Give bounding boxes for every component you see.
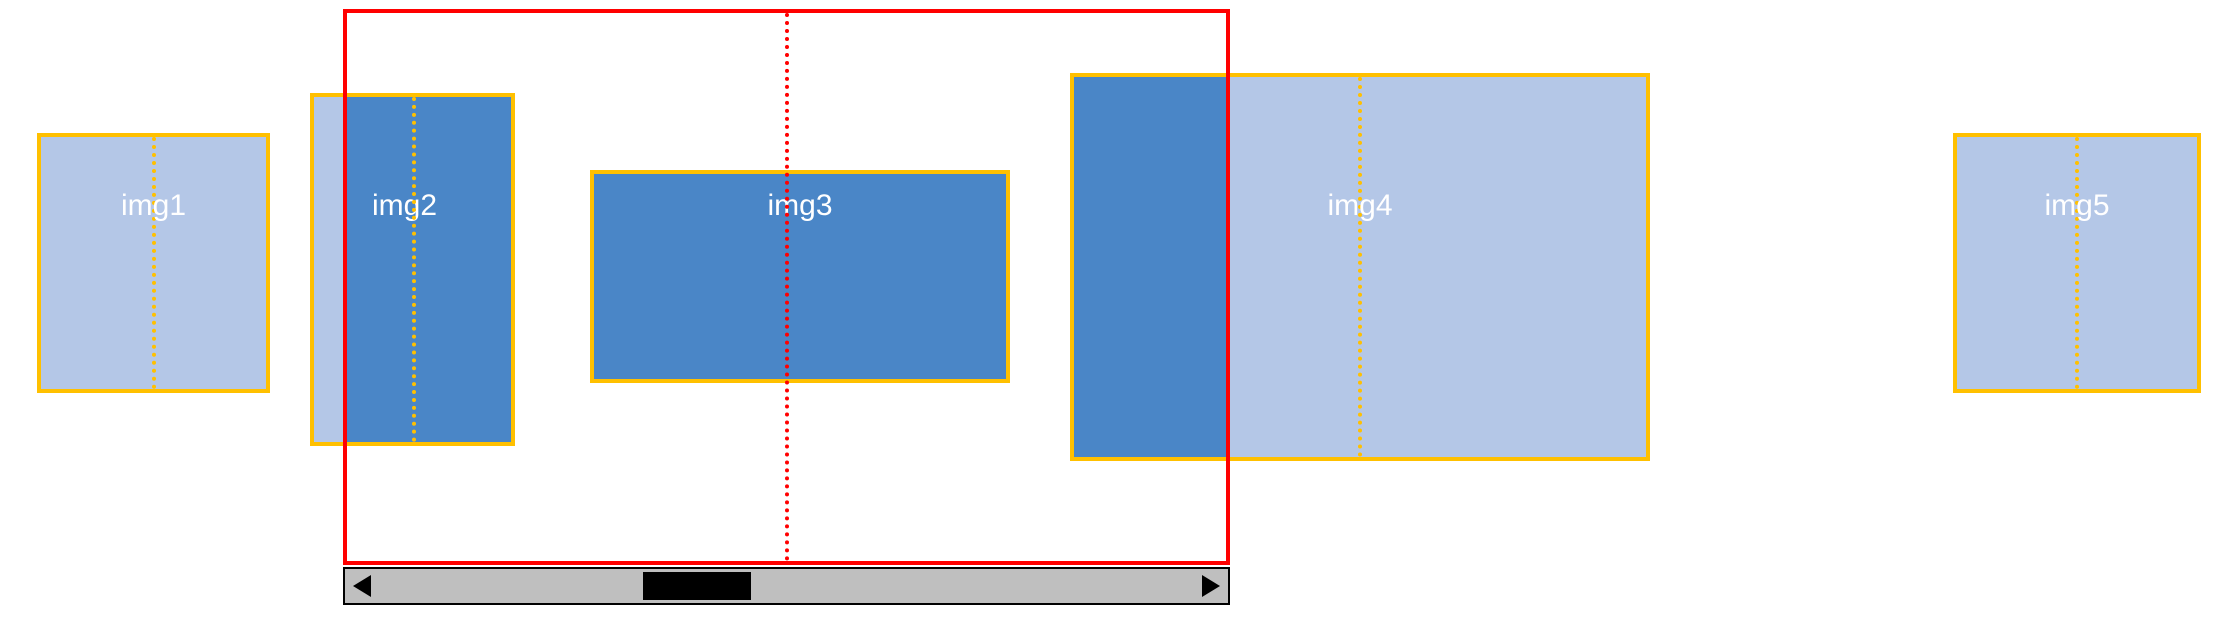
scroll-left-arrow-icon[interactable] bbox=[353, 575, 371, 597]
scrollbar-thumb[interactable] bbox=[643, 572, 751, 600]
image-box-img5: img5 bbox=[1953, 133, 2201, 393]
image-label: img5 bbox=[2044, 189, 2109, 223]
image-box-img1: img1 bbox=[37, 133, 270, 393]
center-line-img5 bbox=[2075, 137, 2079, 389]
image-label: img1 bbox=[121, 189, 186, 223]
center-line-img1 bbox=[152, 137, 156, 389]
image-label: img4 bbox=[1327, 189, 1392, 223]
horizontal-scrollbar[interactable] bbox=[343, 567, 1230, 605]
center-line-img2-overlay bbox=[412, 97, 416, 442]
image-box-img4-inview bbox=[1070, 73, 1230, 461]
image-box-img2-inview: img2 bbox=[347, 93, 515, 446]
image-label: img2 bbox=[372, 189, 437, 223]
image-label: img3 bbox=[767, 189, 832, 223]
diagram-stage: img1 img4 img2 img3 img5 bbox=[0, 0, 2238, 618]
image-box-img3: img3 bbox=[590, 170, 1010, 383]
center-line-img4 bbox=[1358, 77, 1362, 457]
scroll-right-arrow-icon[interactable] bbox=[1202, 575, 1220, 597]
